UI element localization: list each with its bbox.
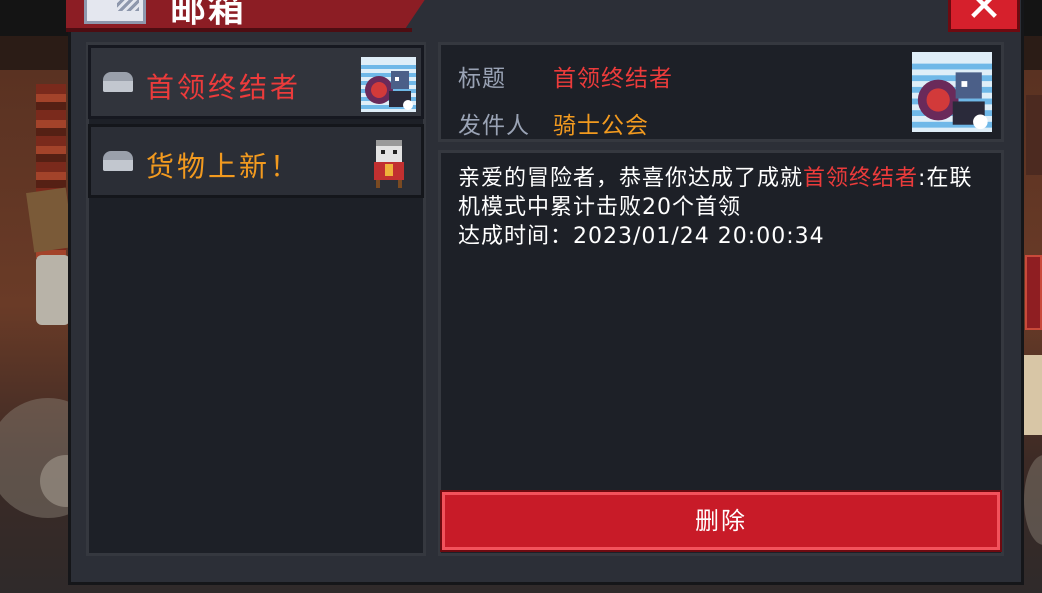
delete-button[interactable]: 删除 [442, 492, 1000, 550]
mail-subject: 首领终结者 [146, 71, 302, 104]
mail-body: 亲爱的冒险者，恭喜你达成了成就首领终结者:在联机模式中累计击败20个首领 达成时… [458, 164, 993, 251]
envelope-icon [103, 151, 133, 171]
close-button[interactable]: ✕ [948, 0, 1020, 32]
mail-icon [84, 0, 146, 24]
achievement-name: 首领终结者 [803, 166, 919, 191]
mail-subject: 货物上新！ [146, 150, 302, 183]
dialog-title: 邮箱 [170, 0, 247, 30]
sign-decoration [26, 187, 74, 253]
envelope-icon [103, 72, 133, 92]
mail-list-panel [86, 42, 426, 556]
vase-decoration [36, 255, 70, 325]
npc-figure [1024, 355, 1042, 435]
sender-value: 骑士公会 [553, 113, 649, 139]
merchant-portrait-icon [374, 140, 404, 188]
right-wall-decoration [1026, 95, 1042, 175]
achievement-time: 达成时间：2023/01/24 20:00:34 [458, 224, 825, 249]
boss-portrait-icon [361, 57, 416, 112]
mail-item-goods[interactable]: 货物上新！ [88, 124, 424, 198]
title-value: 首领终结者 [553, 66, 673, 92]
red-book-decoration [1025, 255, 1042, 330]
boss-portrait-icon [912, 52, 992, 132]
sender-label: 发件人 [458, 113, 530, 139]
mail-item-boss[interactable]: 首领终结者 [88, 45, 424, 119]
title-label: 标题 [458, 66, 506, 92]
body-prefix: 亲爱的冒险者，恭喜你达成了成就 [458, 166, 804, 191]
